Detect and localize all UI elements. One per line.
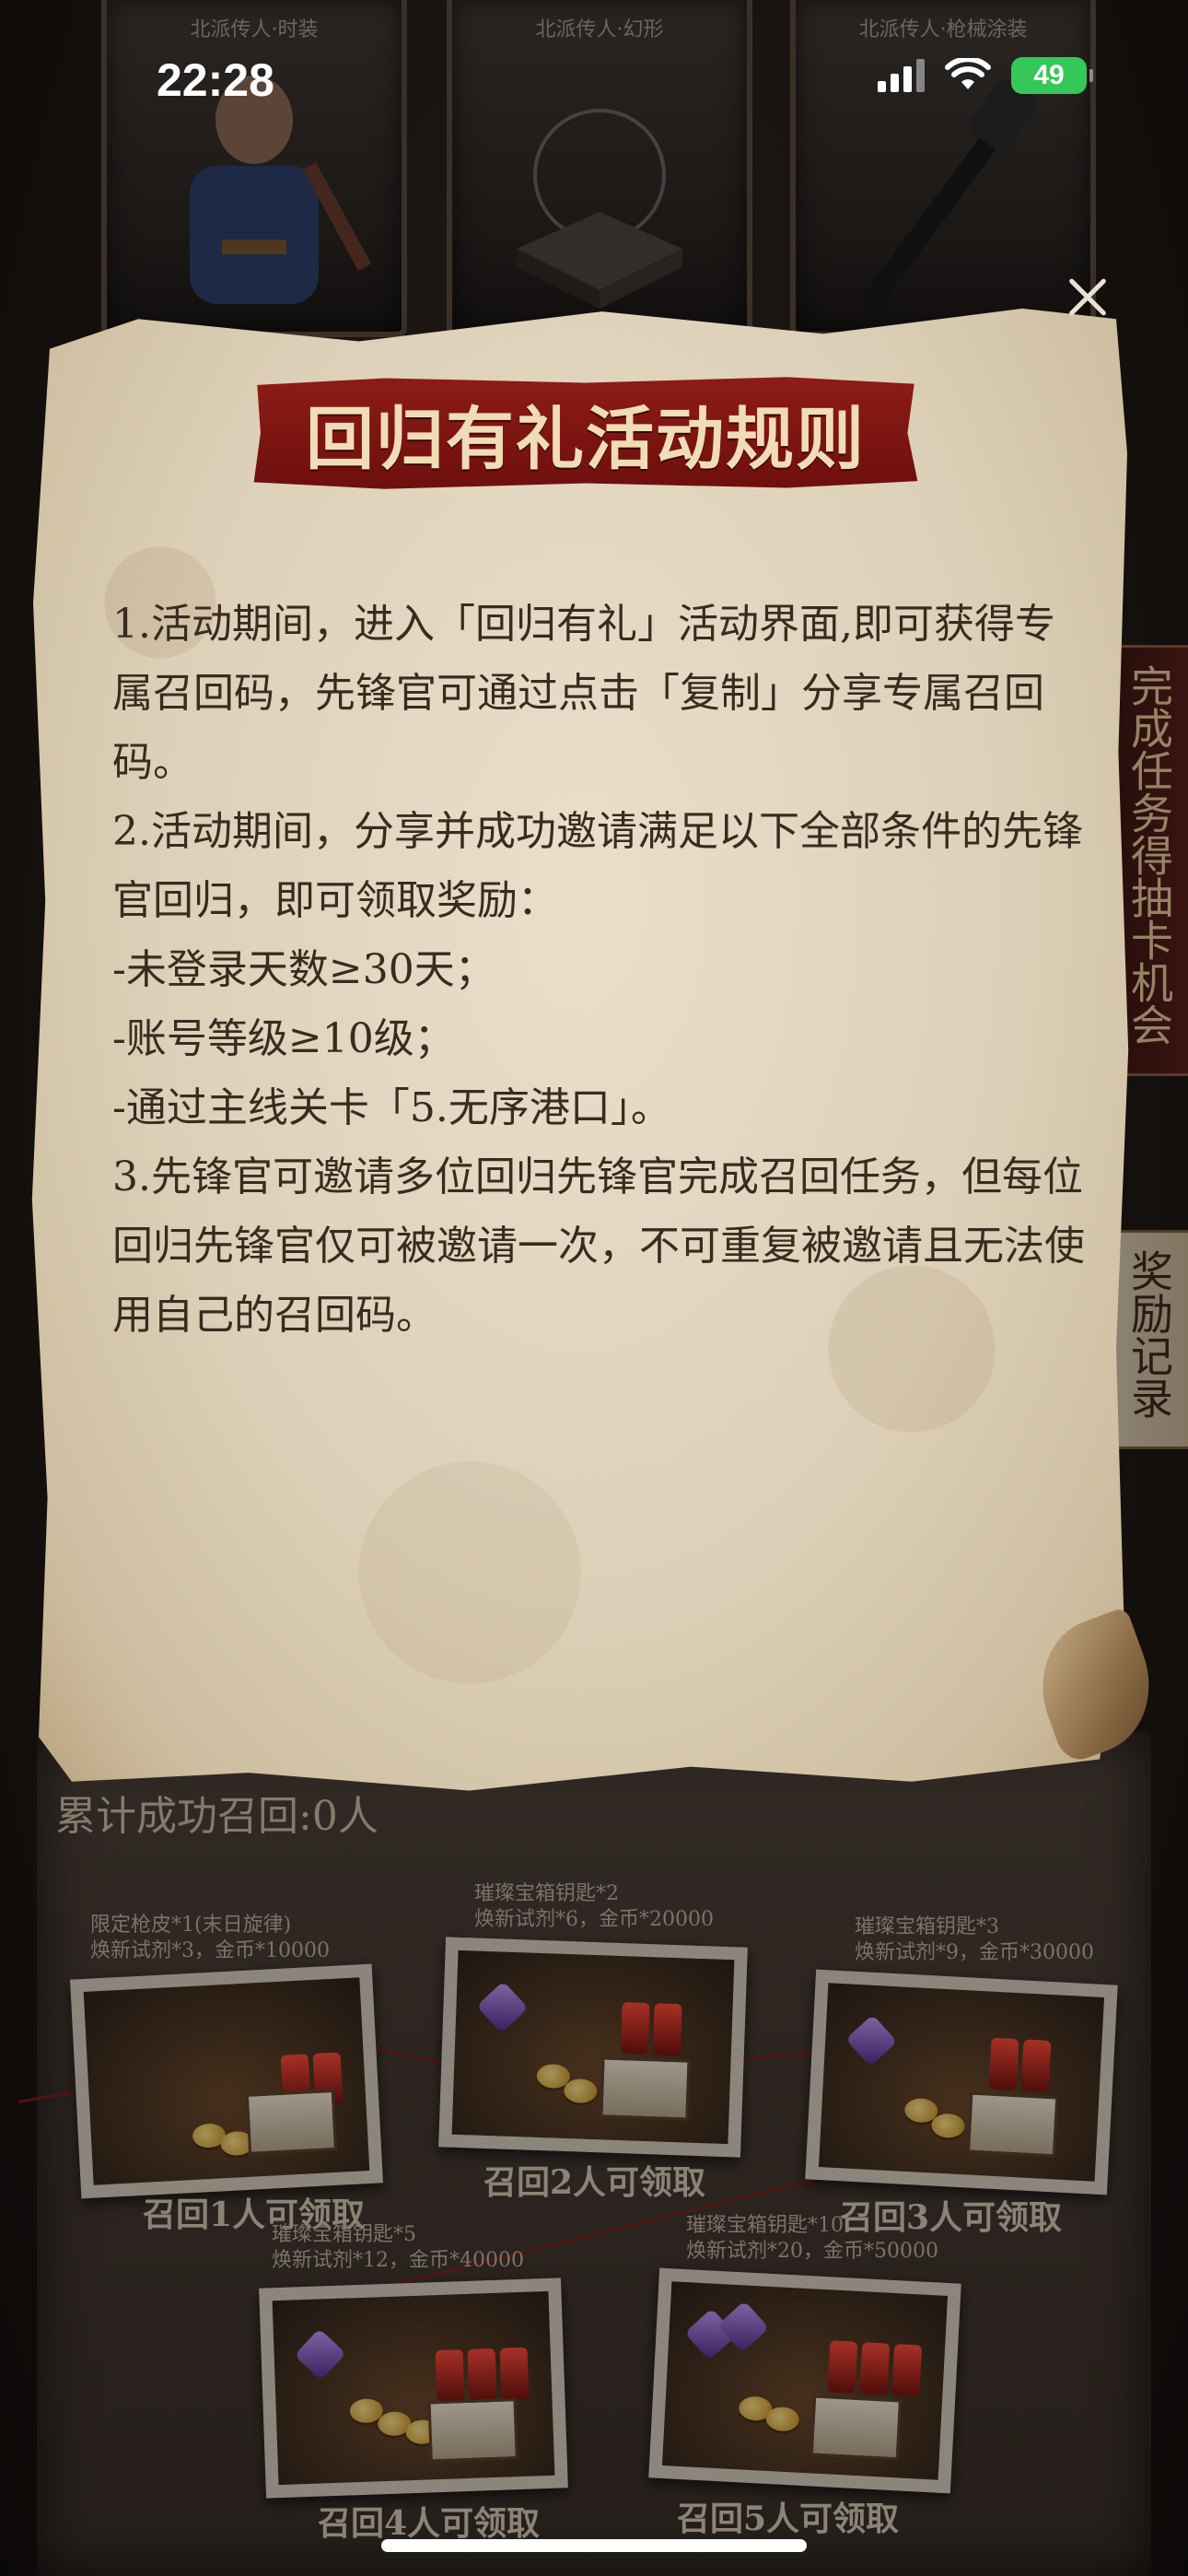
rule-paragraph: 3.先锋官可邀请多位回归先锋官完成召回任务，但每位回归先锋官仅可被邀请一次，不可…: [112, 1153, 1085, 1339]
cellular-signal-icon: [878, 59, 925, 92]
home-indicator[interactable]: [381, 2539, 807, 2552]
battery-icon: 49: [1011, 57, 1093, 94]
dialog-title: 回归有礼活动规则: [306, 399, 866, 479]
status-time: 22:28: [157, 54, 274, 106]
rule-condition: -未登录天数≥30天；: [112, 946, 495, 993]
close-icon[interactable]: [1059, 269, 1116, 326]
battery-level: 49: [1033, 60, 1065, 90]
rules-text: 1.活动期间，进入「回归有礼」活动界面,即可获得专属召回码，先锋官可通过点击「复…: [112, 590, 1089, 1350]
rule-condition: -账号等级≥10级；: [112, 1015, 455, 1062]
dialog-title-banner: 回归有礼活动规则: [253, 377, 918, 489]
wifi-icon: [945, 58, 991, 89]
rule-condition: -通过主线关卡「5.无序港口」。: [112, 1084, 671, 1131]
status-icons: 49: [878, 57, 1093, 94]
rule-paragraph: 1.活动期间，进入「回归有礼」活动界面,即可获得专属召回码，先锋官可通过点击「复…: [112, 601, 1055, 786]
rule-paragraph: 2.活动期间，分享并成功邀请满足以下全部条件的先锋官回归，即可领取奖励：: [112, 808, 1083, 924]
